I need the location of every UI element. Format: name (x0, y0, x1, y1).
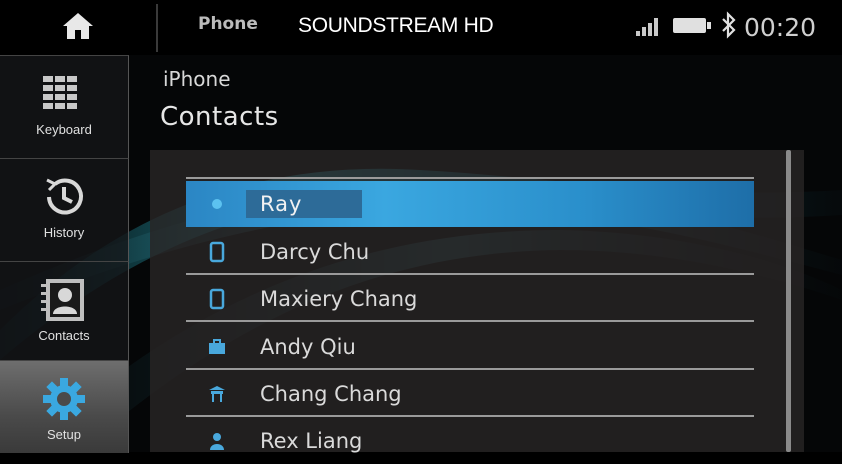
sidebar-item-label: Setup (47, 427, 81, 442)
contacts-icon (38, 272, 90, 328)
sidebar-item-setup[interactable]: Setup (0, 360, 129, 453)
clock: 00:20 (744, 12, 817, 42)
scrollbar[interactable] (786, 150, 791, 452)
sidebar-item-label: Contacts (38, 328, 90, 343)
contact-name: Rex Liang (260, 429, 363, 453)
home-phone-icon (204, 384, 230, 404)
divider (186, 320, 754, 322)
contact-icon (204, 195, 230, 213)
battery-icon (672, 14, 712, 40)
mobile-phone-icon (204, 288, 230, 310)
contact-row-andy-qiu[interactable]: Andy Qiu (186, 324, 754, 370)
gear-icon (41, 371, 87, 427)
sidebar-item-contacts[interactable]: Contacts (0, 261, 129, 360)
home-icon (61, 11, 95, 45)
sidebar-item-label: History (43, 225, 85, 240)
contact-name: Ray (246, 190, 363, 218)
sidebar: Keyboard History Contacts Setup (0, 55, 129, 453)
contact-row-chang-chang[interactable]: Chang Chang (186, 371, 754, 417)
signal-icon (634, 13, 664, 41)
status-area: 00:20 (634, 10, 816, 44)
divider (186, 273, 754, 275)
contact-name: Darcy Chu (260, 240, 370, 264)
sidebar-item-history[interactable]: History (0, 158, 129, 261)
history-icon (39, 169, 89, 225)
contact-name: Chang Chang (260, 382, 402, 406)
divider (186, 177, 754, 179)
top-bar: Phone SOUNDSTREAM HD 00:20 (0, 0, 842, 55)
person-icon (204, 431, 230, 451)
divider (186, 415, 754, 417)
divider (186, 368, 754, 370)
brand-title: SOUNDSTREAM HD (298, 14, 494, 37)
contact-row-ray[interactable]: Ray (186, 181, 754, 227)
mobile-phone-icon (204, 241, 230, 263)
sidebar-item-keyboard[interactable]: Keyboard (0, 55, 129, 158)
home-button[interactable] (0, 0, 156, 55)
contact-name: Maxiery Chang (260, 287, 418, 311)
source-label: Phone (198, 14, 258, 34)
sidebar-item-label: Keyboard (36, 122, 92, 137)
contact-row-maxiery-chang[interactable]: Maxiery Chang (186, 276, 754, 322)
contact-row-darcy-chu[interactable]: Darcy Chu (186, 229, 754, 275)
bluetooth-icon (720, 11, 738, 43)
work-phone-icon (204, 338, 230, 356)
contact-row-rex-liang[interactable]: Rex Liang (186, 418, 754, 464)
contact-name: Andy Qiu (260, 335, 356, 359)
device-name: iPhone (163, 67, 231, 91)
keypad-icon (41, 66, 87, 122)
divider (156, 4, 158, 52)
page-title: Contacts (160, 102, 279, 132)
